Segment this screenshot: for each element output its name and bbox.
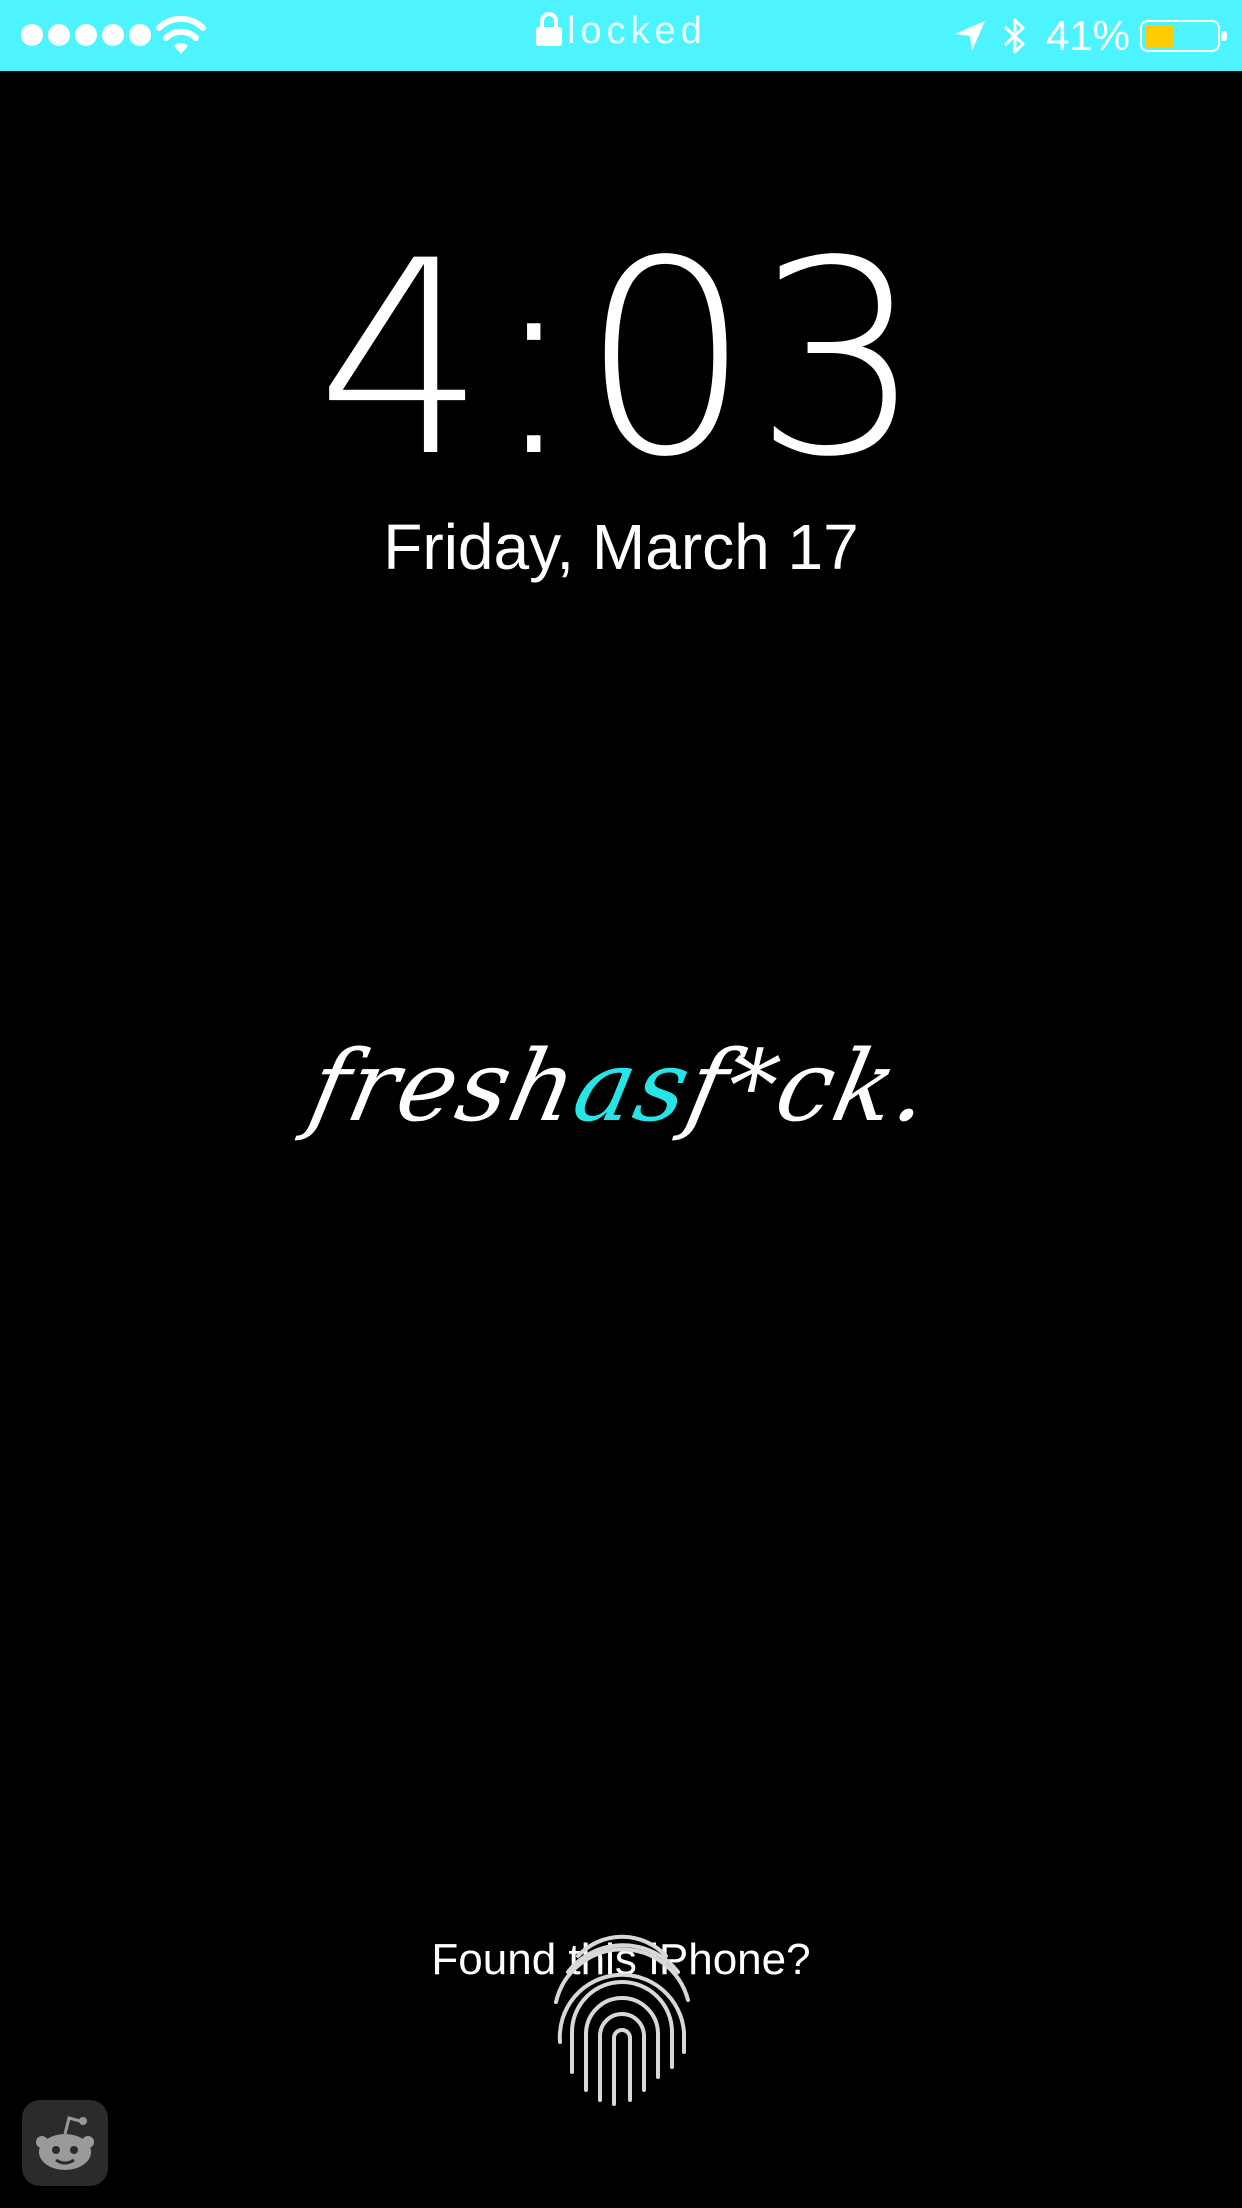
- lock-screen-time: 4:03: [316, 204, 926, 516]
- wallpaper-logo: freshasf*ck.: [0, 1030, 1242, 1144]
- logo-text-part2: f*ck.: [677, 1030, 943, 1144]
- fingerprint-icon[interactable]: [538, 1932, 706, 2112]
- reddit-app-badge[interactable]: [22, 2100, 108, 2186]
- location-arrow-icon: [954, 21, 985, 51]
- bluetooth-icon: [1003, 18, 1025, 54]
- lock-icon: [536, 12, 563, 46]
- lock-status-label: locked: [567, 10, 707, 52]
- battery-icon: [1140, 20, 1227, 52]
- logo-text-part1: fresh: [299, 1030, 589, 1144]
- status-right-group: 41%: [952, 8, 1228, 64]
- battery-percentage: 41%: [1045, 12, 1130, 59]
- reddit-alien-icon: [36, 2116, 94, 2170]
- status-bar: locked 41%: [0, 0, 1242, 71]
- battery-level-fill: [1145, 25, 1174, 47]
- battery-tip: [1221, 31, 1227, 41]
- lock-screen-date: Friday, March 17: [383, 511, 859, 583]
- lock-screen: locked 41% 4:03 Friday, March 17 freshas…: [0, 0, 1242, 2208]
